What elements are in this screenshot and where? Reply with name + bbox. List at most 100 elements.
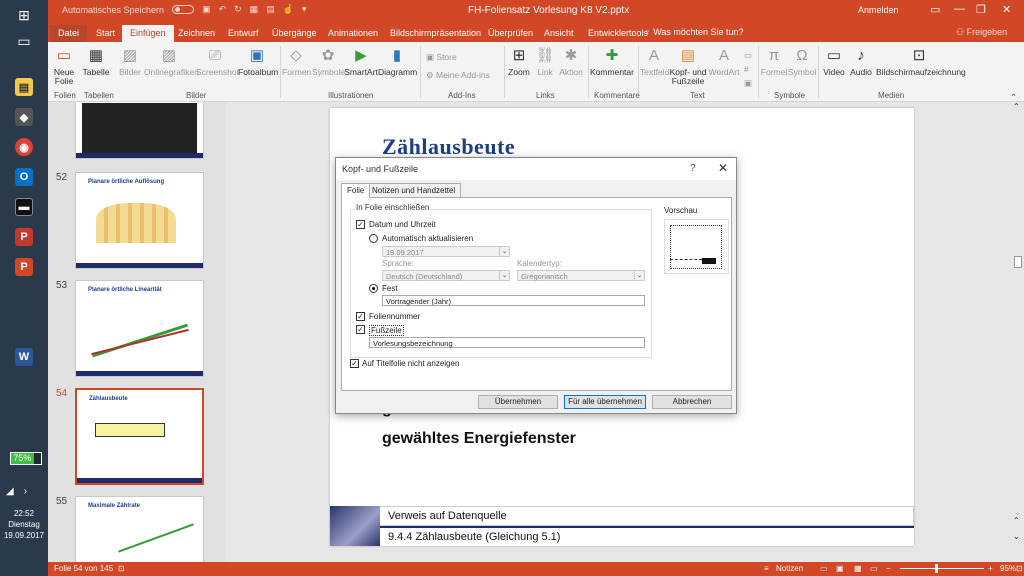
screenshot-button[interactable]: ⎚ Screenshot: [196, 44, 239, 77]
notes-button[interactable]: Notizen: [776, 564, 803, 573]
powerpoint-icon[interactable]: P: [12, 256, 36, 278]
screen-recording-button[interactable]: ⊡ Bildschirmaufzeichnung: [876, 44, 966, 77]
sign-in-link[interactable]: Anmelden: [858, 5, 899, 15]
zoom-slider[interactable]: [900, 568, 984, 569]
link-button[interactable]: ⛓ Link: [534, 44, 556, 77]
touch-icon[interactable]: ☝: [283, 4, 294, 15]
autosave-toggle[interactable]: [172, 5, 195, 14]
clock[interactable]: 22:52 Dienstag 19.09.2017: [0, 508, 48, 541]
photo-album-button[interactable]: ▣ Fotoalbum: [238, 44, 278, 77]
outlook-icon[interactable]: O: [12, 166, 36, 188]
ribbon-display-icon[interactable]: ▭: [930, 3, 940, 16]
tab-notizen-handzettel[interactable]: Notizen und Handzettel: [366, 183, 462, 197]
slide-thumbnail-pane[interactable]: 52 Planare örtliche Auflösung 53 Planare…: [48, 102, 218, 562]
datum-checkbox[interactable]: ✓: [356, 220, 365, 229]
chevron-right-icon[interactable]: ›: [24, 486, 27, 497]
tab-animationen[interactable]: Animationen: [320, 25, 386, 42]
scroll-down-icon[interactable]: ⌄: [1013, 532, 1020, 541]
tab-einfuegen[interactable]: Einfügen: [122, 25, 174, 42]
notes-icon[interactable]: ≡: [764, 564, 769, 573]
tab-ueberpruefen[interactable]: Überprüfen: [480, 25, 541, 42]
slide-thumbnail-selected[interactable]: Zählausbeute: [75, 388, 204, 485]
smartart-button[interactable]: ▶ SmartArt: [344, 44, 378, 77]
pane-splitter[interactable]: [218, 102, 226, 562]
footer-source-text[interactable]: Verweis auf Datenquelle: [388, 510, 507, 522]
dialog-close-icon[interactable]: ✕: [718, 161, 728, 175]
comments-icon[interactable]: ▭: [820, 564, 828, 573]
language-select[interactable]: Deutsch (Deutschland) ⌄: [382, 270, 510, 281]
windows-start-icon[interactable]: ⊞: [12, 4, 36, 26]
chart-button[interactable]: ▮ Diagramm: [378, 44, 417, 77]
zoom-level[interactable]: 95%: [1000, 564, 1016, 573]
tell-me-search[interactable]: ♀ Was möchten Sie tun?: [644, 27, 743, 37]
app-icon[interactable]: ◆: [12, 106, 36, 128]
slide-thumbnail[interactable]: Maximale Zählrate: [75, 496, 204, 562]
cancel-button[interactable]: Abbrechen: [652, 395, 732, 409]
auto-date-select[interactable]: 19.09.2017 ⌄: [382, 246, 510, 257]
undo-icon[interactable]: ↶: [219, 4, 227, 15]
reading-view-icon[interactable]: ▭: [870, 564, 878, 573]
fixed-date-input[interactable]: Vortragender (Jahr): [382, 295, 645, 306]
scroll-thumb[interactable]: [1014, 256, 1022, 268]
my-addins-button[interactable]: ⚙ Meine Add-ins: [426, 70, 490, 81]
share-button[interactable]: ⚇ Freigeben: [956, 27, 1007, 38]
header-footer-button[interactable]: ▤ Kopf- und Fußzeile: [668, 44, 708, 86]
apply-button[interactable]: Übernehmen: [478, 395, 558, 409]
wordart-button[interactable]: A WordArt: [708, 44, 740, 77]
tab-start[interactable]: Start: [88, 25, 123, 42]
save-icon[interactable]: ▣: [202, 4, 211, 15]
normal-view-icon[interactable]: ▣: [836, 564, 844, 573]
slide-thumbnail[interactable]: [75, 102, 204, 159]
tab-uebergaenge[interactable]: Übergänge: [264, 25, 325, 42]
pdf-app-icon[interactable]: P: [12, 226, 36, 248]
zoom-slider-thumb[interactable]: [935, 564, 938, 573]
title-slide-checkbox[interactable]: ✓: [350, 359, 359, 368]
apply-to-all-button[interactable]: Für alle übernehmen: [564, 395, 646, 409]
scroll-up-icon[interactable]: ⌃: [1013, 102, 1020, 111]
video-button[interactable]: ▭ Video: [822, 44, 846, 77]
tab-datei[interactable]: Datei: [50, 25, 88, 42]
battery-indicator[interactable]: 75%: [10, 452, 42, 465]
online-pictures-button[interactable]: ▨ Onlinegrafiken: [144, 44, 199, 77]
tab-ansicht[interactable]: Ansicht: [536, 25, 582, 42]
file-explorer-icon[interactable]: ▤: [12, 76, 36, 98]
tab-zeichnen[interactable]: Zeichnen: [170, 25, 223, 42]
scroll-up-icon[interactable]: ⌃: [1013, 516, 1020, 525]
auto-update-radio[interactable]: [369, 234, 378, 243]
action-button[interactable]: ✱ Aktion: [558, 44, 584, 77]
textbox-button[interactable]: A Textfeld: [640, 44, 669, 77]
slideshow-icon[interactable]: ▤: [266, 4, 275, 15]
shapes-button[interactable]: ◇ Formen: [282, 44, 311, 77]
close-icon[interactable]: ✕: [1002, 3, 1011, 16]
slide-thumbnail[interactable]: Planare örtliche Linearität: [75, 280, 204, 377]
zoom-out-icon[interactable]: −: [886, 564, 891, 573]
footer-text-input[interactable]: Vorlesungsbezeichnung: [369, 337, 645, 348]
chrome-icon[interactable]: ◉: [12, 136, 36, 158]
zoom-button[interactable]: ⊞ Zoom: [508, 44, 530, 77]
table-button[interactable]: ▦ Tabelle: [82, 44, 110, 77]
redo-icon[interactable]: ↻: [234, 4, 242, 15]
terminal-icon[interactable]: ▬: [12, 196, 36, 218]
slide-thumbnail[interactable]: Planare örtliche Auflösung: [75, 172, 204, 269]
fixed-radio[interactable]: [369, 284, 378, 293]
slide-sorter-icon[interactable]: ▦: [854, 564, 862, 573]
customize-icon[interactable]: ▾: [302, 4, 307, 15]
calendar-select[interactable]: Gregorianisch ⌄: [517, 270, 645, 281]
fit-slide-icon[interactable]: ⊡: [1016, 564, 1023, 573]
symbol-button[interactable]: Ω Symbol: [788, 44, 816, 77]
text-small-icons[interactable]: ▭ # ▣: [744, 48, 752, 90]
tab-bildschirmpraesentation[interactable]: Bildschirmpräsentation: [382, 25, 489, 42]
slide-number-checkbox[interactable]: ✓: [356, 312, 365, 321]
pictures-button[interactable]: ▨ Bilder: [118, 44, 142, 77]
spellcheck-icon[interactable]: ⊡: [118, 564, 125, 573]
zoom-in-icon[interactable]: +: [988, 564, 993, 573]
help-icon[interactable]: ?: [690, 163, 696, 174]
new-slide-button[interactable]: ▭ Neue Folie: [52, 44, 76, 86]
tab-folie[interactable]: Folie: [341, 183, 371, 198]
network-icon[interactable]: ◢: [6, 486, 14, 497]
tab-entwurf[interactable]: Entwurf: [220, 25, 267, 42]
audio-button[interactable]: ♪ Audio: [848, 44, 874, 77]
footer-checkbox[interactable]: ✓: [356, 325, 365, 334]
icons-button[interactable]: ✿ Symbole: [312, 44, 345, 77]
store-button[interactable]: ▣ Store: [426, 52, 457, 63]
